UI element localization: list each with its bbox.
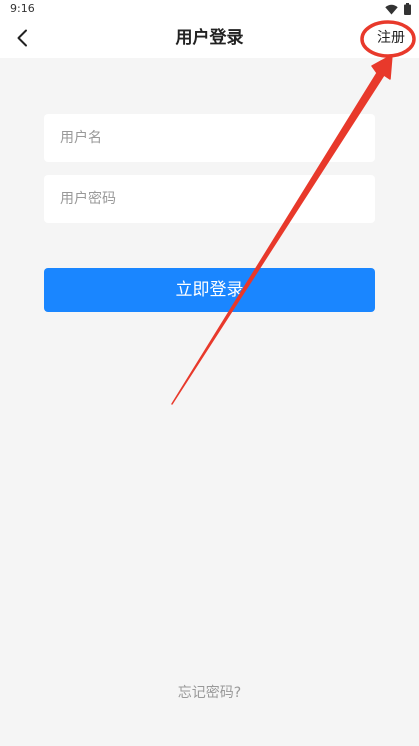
password-input[interactable] xyxy=(60,175,359,223)
username-field[interactable] xyxy=(44,114,375,162)
register-link[interactable]: 注册 xyxy=(377,18,405,58)
status-time: 9:16 xyxy=(10,2,35,15)
chevron-left-icon xyxy=(17,29,27,47)
status-icons xyxy=(385,3,411,15)
annotation-arrow xyxy=(171,54,393,405)
status-bar: 9:16 xyxy=(0,0,419,18)
password-field[interactable] xyxy=(44,175,375,223)
back-button[interactable] xyxy=(8,24,36,52)
annotation-overlay xyxy=(171,20,416,405)
login-button[interactable]: 立即登录 xyxy=(44,268,375,312)
battery-icon xyxy=(404,3,411,15)
forgot-password-link[interactable]: 忘记密码? xyxy=(0,682,419,702)
wifi-icon xyxy=(385,4,398,14)
page-title: 用户登录 xyxy=(175,28,244,48)
app-bar: 用户登录 注册 xyxy=(0,18,419,58)
username-input[interactable] xyxy=(60,114,359,162)
